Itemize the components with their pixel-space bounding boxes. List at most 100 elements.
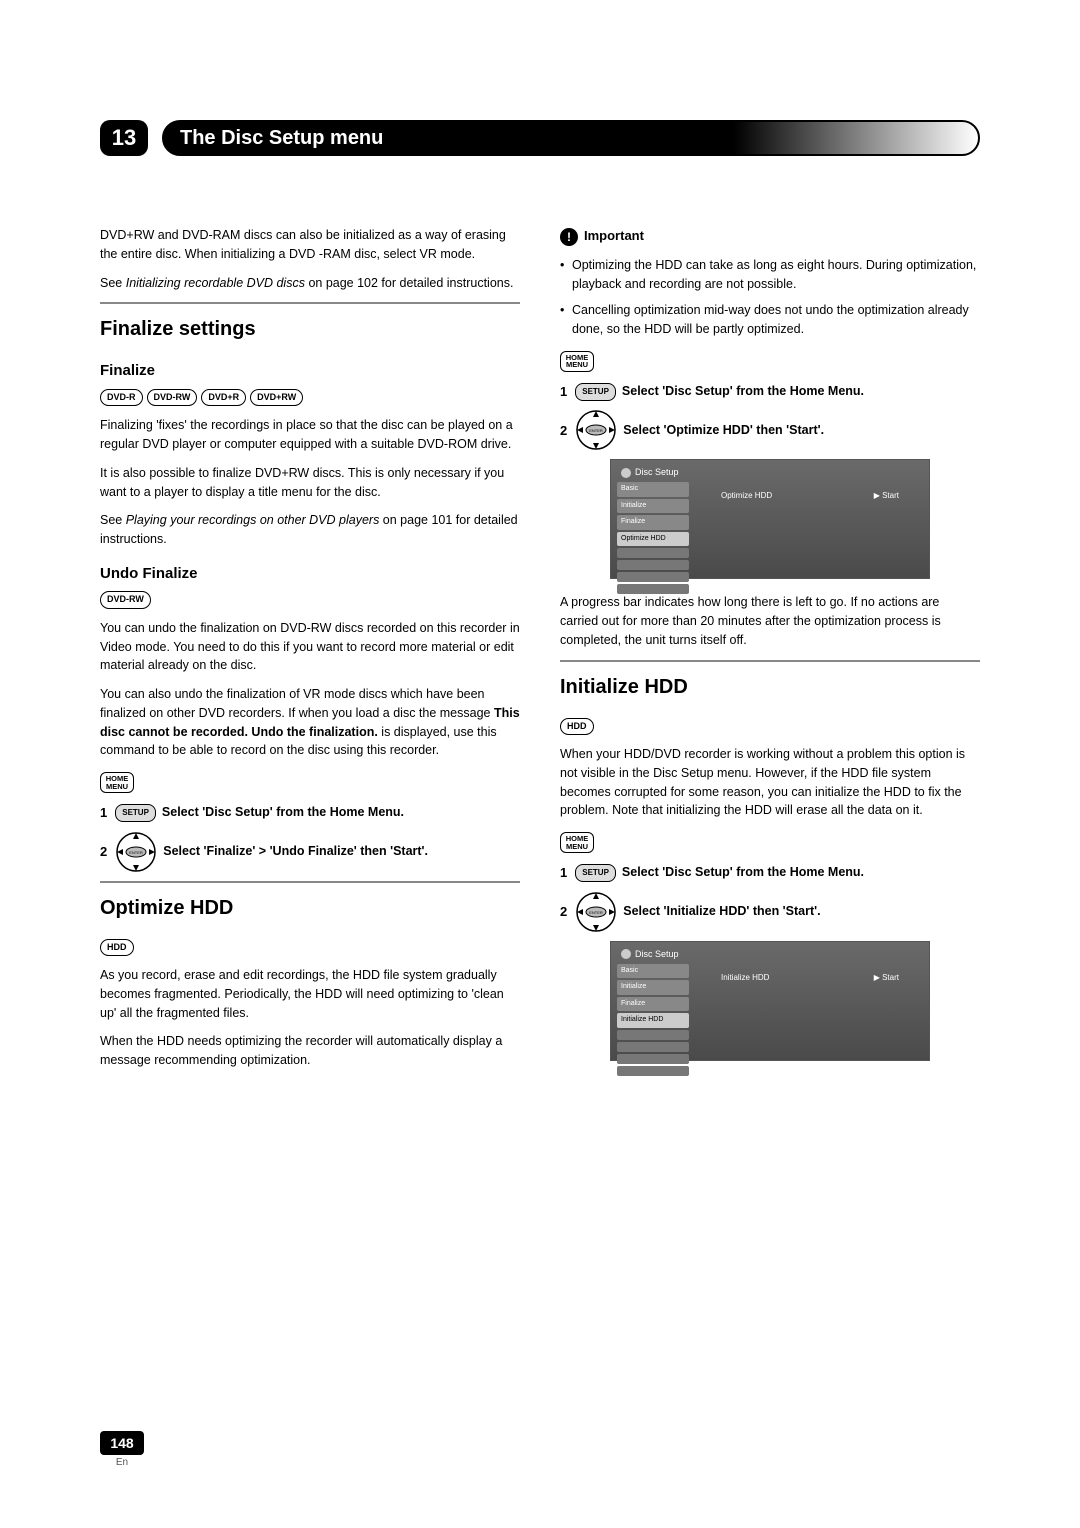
important-head: ! Important: [560, 226, 980, 246]
finalize-p1: Finalizing 'fixes' the recordings in pla…: [100, 416, 520, 454]
step-number: 1: [560, 382, 567, 402]
setup-button-icon: SETUP: [575, 864, 616, 882]
ss-title: Disc Setup: [635, 949, 679, 959]
section-rule: [100, 302, 520, 304]
step-text: Select 'Optimize HDD' then 'Start'.: [623, 421, 824, 440]
optimize-p2: When the HDD needs optimizing the record…: [100, 1032, 520, 1070]
format-badges: DVD-RW: [100, 591, 520, 609]
ss-center-label: Initialize HDD: [721, 972, 769, 984]
intro-p1: DVD+RW and DVD-RAM discs can also be ini…: [100, 226, 520, 264]
format-badge: DVD-RW: [147, 389, 198, 407]
intro-p2: See Initializing recordable DVD discs on…: [100, 274, 520, 293]
ss-start-label: ▶ Start: [874, 490, 899, 502]
chapter-number: 13: [100, 120, 148, 156]
step-1: 1 SETUP Select 'Disc Setup' from the Hom…: [560, 863, 980, 883]
home-menu-button-icon: HOME MENU: [560, 351, 594, 372]
intro-p2-italic: Initializing recordable DVD discs: [126, 276, 305, 290]
finalize-p3: See Playing your recordings on other DVD…: [100, 511, 520, 549]
ss-start-label: ▶ Start: [874, 972, 899, 984]
home-menu-icon-row: HOME MENU: [100, 770, 520, 795]
undo-p1: You can undo the finalization on DVD-RW …: [100, 619, 520, 675]
progress-p: A progress bar indicates how long there …: [560, 593, 980, 649]
finalize-settings-heading: Finalize settings: [100, 314, 520, 344]
enter-button-icon: ENTER: [575, 409, 617, 451]
initialize-hdd-heading: Initialize HDD: [560, 672, 980, 702]
chapter-header: 13 The Disc Setup menu: [100, 120, 980, 156]
ss-item: Basic: [617, 482, 689, 497]
left-column: DVD+RW and DVD-RAM discs can also be ini…: [100, 226, 520, 1080]
finalize-p2: It is also possible to finalize DVD+RW d…: [100, 464, 520, 502]
undo-finalize-heading: Undo Finalize: [100, 563, 520, 586]
ss-item-blank: [617, 1066, 689, 1076]
hdd-badge: HDD: [560, 718, 594, 736]
warning-icon: !: [560, 228, 578, 246]
section-rule: [100, 881, 520, 883]
section-rule: [560, 660, 980, 662]
chapter-title-wrap: The Disc Setup menu: [162, 120, 980, 156]
ss-item-blank: [617, 1030, 689, 1040]
intro-p2b: on page 102 for detailed instructions.: [305, 276, 513, 290]
step-number: 1: [100, 803, 107, 823]
ss-item-blank: [617, 1054, 689, 1064]
ss-item: Finalize: [617, 515, 689, 530]
home-menu-icon-row: HOME MENU: [560, 830, 980, 855]
home-menu-button-icon: HOME MENU: [560, 832, 594, 853]
finalize-p3a: See: [100, 513, 126, 527]
page-number: 148: [100, 1431, 144, 1455]
step-number: 2: [560, 902, 567, 922]
format-badge: DVD-RW: [100, 591, 151, 609]
ss-item-blank: [617, 584, 689, 594]
disc-icon: [621, 468, 631, 478]
undo-p2a: You can also undo the finalization of VR…: [100, 687, 494, 720]
step-1: 1 SETUP Select 'Disc Setup' from the Hom…: [560, 382, 980, 402]
intro-p2a: See: [100, 276, 126, 290]
ss-item: Initialize: [617, 499, 689, 514]
step-2: 2 ENTER Select 'Finalize' > 'Undo Finali…: [100, 831, 520, 873]
format-badges: DVD-R DVD-RW DVD+R DVD+RW: [100, 389, 520, 407]
step-text: Select 'Disc Setup' from the Home Menu.: [162, 803, 404, 822]
optimize-p1: As you record, erase and edit recordings…: [100, 966, 520, 1022]
svg-text:ENTER: ENTER: [589, 428, 603, 433]
ss-item: Basic: [617, 964, 689, 979]
optimize-hdd-heading: Optimize HDD: [100, 893, 520, 923]
step-number: 2: [560, 421, 567, 441]
finalize-heading: Finalize: [100, 360, 520, 383]
hdd-badge-row: HDD: [560, 718, 980, 736]
finalize-p3-italic: Playing your recordings on other DVD pla…: [126, 513, 380, 527]
ss-item: Finalize: [617, 997, 689, 1012]
ss-center-label: Optimize HDD: [721, 490, 772, 502]
format-badge: DVD-R: [100, 389, 143, 407]
disc-setup-screenshot: Disc Setup Basic Initialize Finalize Ini…: [610, 941, 930, 1061]
ss-item-blank: [617, 560, 689, 570]
setup-button-icon: SETUP: [575, 383, 616, 401]
step-text: Select 'Disc Setup' from the Home Menu.: [622, 382, 864, 401]
ss-title: Disc Setup: [635, 467, 679, 477]
enter-button-icon: ENTER: [115, 831, 157, 873]
ss-item-blank: [617, 548, 689, 558]
format-badge: DVD+RW: [250, 389, 303, 407]
important-list: Optimizing the HDD can take as long as e…: [560, 256, 980, 339]
important-bullet: Cancelling optimization mid-way does not…: [560, 301, 980, 339]
step-number: 2: [100, 842, 107, 862]
ss-item-selected: Initialize HDD: [617, 1013, 689, 1028]
init-p1: When your HDD/DVD recorder is working wi…: [560, 745, 980, 820]
important-bullet: Optimizing the HDD can take as long as e…: [560, 256, 980, 294]
hdd-badge-row: HDD: [100, 939, 520, 957]
hdd-badge: HDD: [100, 939, 134, 957]
ss-item-blank: [617, 572, 689, 582]
enter-button-icon: ENTER: [575, 891, 617, 933]
ss-item: Initialize: [617, 980, 689, 995]
svg-text:ENTER: ENTER: [589, 910, 603, 915]
ss-item-blank: [617, 1042, 689, 1052]
setup-button-icon: SETUP: [115, 804, 156, 822]
page-number-box: 148 En: [100, 1431, 144, 1468]
ss-sidebar: Basic Initialize Finalize Initialize HDD: [617, 964, 689, 1078]
disc-icon: [621, 949, 631, 959]
home-menu-button-icon: HOME MENU: [100, 772, 134, 793]
step-1: 1 SETUP Select 'Disc Setup' from the Hom…: [100, 803, 520, 823]
step-text: Select 'Disc Setup' from the Home Menu.: [622, 863, 864, 882]
ss-sidebar: Basic Initialize Finalize Optimize HDD: [617, 482, 689, 596]
important-label: Important: [584, 228, 644, 243]
step-number: 1: [560, 863, 567, 883]
format-badge: DVD+R: [201, 389, 246, 407]
